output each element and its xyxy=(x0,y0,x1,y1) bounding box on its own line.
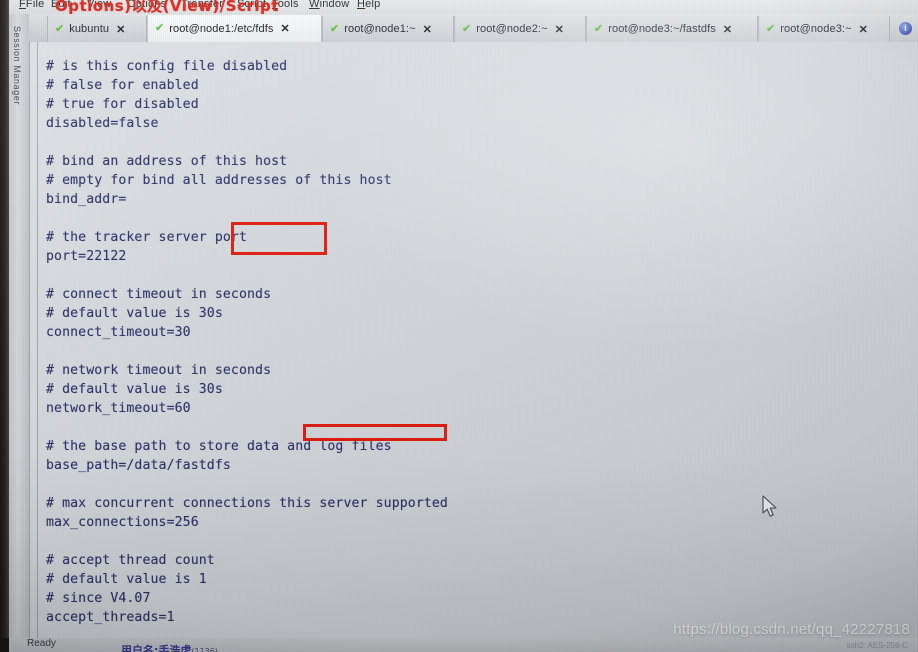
terminal-pane[interactable]: # is this config file disabled # false f… xyxy=(29,42,918,638)
screen-photo: FFile Edit View Options Transfer Script … xyxy=(0,0,918,652)
red-menu-annotation: Options)以及(View)/Script xyxy=(55,0,279,14)
annotation-box-port xyxy=(231,222,327,255)
terminal-left-gutter xyxy=(37,42,38,638)
check-icon: ✔ xyxy=(766,22,776,35)
check-icon: ✔ xyxy=(594,22,604,35)
close-icon[interactable]: ✕ xyxy=(281,22,290,35)
session-manager-panel[interactable]: Session Manager xyxy=(9,14,30,638)
close-icon[interactable]: ✕ xyxy=(723,23,732,36)
csdn-watermark: https://blog.csdn.net/qq_42227818 xyxy=(673,621,910,638)
mouse-cursor-icon xyxy=(762,495,777,517)
menu-item-help[interactable]: Help xyxy=(357,0,380,10)
close-icon[interactable]: ✕ xyxy=(116,23,125,36)
tab-label: kubuntu xyxy=(69,23,110,35)
tab-label: root@node2:~ xyxy=(476,23,548,35)
check-icon: ✔ xyxy=(330,22,340,35)
close-icon[interactable]: ✕ xyxy=(423,23,432,36)
tab-label: root@node1:~ xyxy=(344,23,416,35)
tab-kubuntu[interactable]: ✔ kubuntu ✕ xyxy=(47,16,147,42)
tab-root-node2-home[interactable]: ✔ root@node2:~ ✕ xyxy=(454,16,586,42)
check-icon: ✔ xyxy=(55,22,65,35)
tab-root-node1-home[interactable]: ✔ root@node1:~ ✕ xyxy=(322,16,454,42)
close-icon[interactable]: ✕ xyxy=(555,23,564,36)
annotation-box-base-path xyxy=(303,424,447,441)
tab-label: root@node1:/etc/fdfs xyxy=(169,22,274,35)
session-manager-label: Session Manager xyxy=(12,26,22,106)
check-icon: ✔ xyxy=(462,22,472,35)
monitor-bezel-left xyxy=(0,0,9,652)
monitor-bezel-bottom xyxy=(0,638,9,652)
tab-root-node3-fastdfs[interactable]: ✔ root@node3:~/fastdfs ✕ xyxy=(586,16,758,42)
info-icon[interactable]: i xyxy=(899,22,912,35)
status-ready-text: Ready xyxy=(27,638,56,649)
menu-item-file[interactable]: FFile xyxy=(19,0,44,10)
status-bar: Ready 用户名:手浩虎(1136) ssh2: AES-256-C xyxy=(9,638,918,652)
status-username-text: 用户名:手浩虎(1136) xyxy=(121,644,219,652)
status-cipher-text: ssh2: AES-256-C xyxy=(846,641,908,650)
tab-bar: ✔ kubuntu ✕ ✔ root@node1:/etc/fdfs ✕ ✔ r… xyxy=(29,14,918,42)
tab-root-node3-home[interactable]: ✔ root@node3:~ ✕ xyxy=(758,16,890,42)
terminal-text: # is this config file disabled # false f… xyxy=(46,59,448,626)
check-icon: ✔ xyxy=(155,22,165,34)
tab-root-node1-etc-fdfs[interactable]: ✔ root@node1:/etc/fdfs ✕ xyxy=(147,15,322,42)
tab-label: root@node3:~ xyxy=(780,23,852,35)
close-icon[interactable]: ✕ xyxy=(859,23,868,36)
tab-label: root@node3:~/fastdfs xyxy=(608,23,716,35)
